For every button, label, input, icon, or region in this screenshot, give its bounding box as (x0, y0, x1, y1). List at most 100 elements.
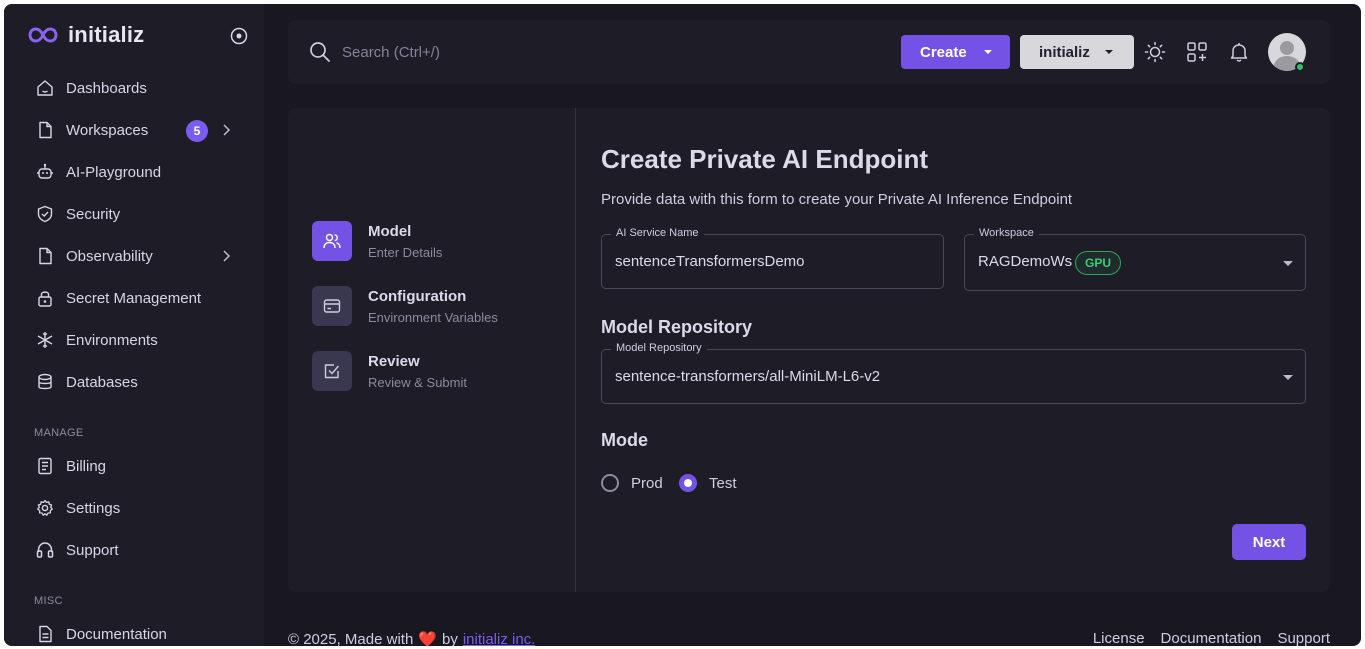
mode-heading: Mode (601, 430, 648, 450)
sidebar-item-databases[interactable]: Databases (4, 361, 264, 403)
caret-down-icon (984, 50, 992, 54)
top-bar: Create initializ (288, 20, 1330, 84)
sidebar-nav: Dashboards Workspaces 5 AI-Playground Se… (4, 67, 264, 646)
radio-button[interactable] (601, 474, 619, 492)
heart-icon: ❤️ (418, 631, 437, 646)
sidebar-item-label: Dashboards (66, 79, 147, 97)
bell-icon[interactable] (1227, 40, 1251, 64)
footer-link-documentation[interactable]: Documentation (1161, 630, 1262, 646)
chevron-right-icon (219, 248, 233, 264)
ai-service-name-field[interactable]: AI Service Name sentenceTransformersDemo (601, 227, 944, 289)
step-configuration[interactable]: Configuration Environment Variables (312, 286, 562, 330)
collapse-sidebar-icon[interactable] (230, 27, 248, 45)
sidebar-item-security[interactable]: Security (4, 193, 264, 235)
field-label: Model Repository (611, 342, 707, 354)
radio-label: Test (709, 474, 737, 492)
step-model[interactable]: Model Enter Details (312, 221, 562, 265)
footer-link-support[interactable]: Support (1277, 630, 1330, 646)
create-button[interactable]: Create (901, 35, 1010, 69)
file-icon (36, 247, 54, 265)
gear-icon (36, 499, 54, 517)
sidebar: initializ Dashboards Workspaces 5 AI-Pla… (4, 4, 264, 646)
model-repository-heading: Model Repository (601, 317, 753, 337)
brand[interactable]: initializ (28, 22, 144, 48)
footer-links: License Documentation Support (1093, 630, 1330, 646)
step-subtitle: Enter Details (368, 245, 443, 260)
sidebar-item-ai-playground[interactable]: AI-Playground (4, 151, 264, 193)
snowflake-icon (36, 331, 54, 349)
card-icon (312, 286, 352, 326)
workspaces-count-badge: 5 (186, 120, 208, 142)
sidebar-item-environments[interactable]: Environments (4, 319, 264, 361)
next-button[interactable]: Next (1232, 524, 1306, 560)
search-input[interactable] (342, 40, 642, 64)
home-icon (36, 79, 54, 97)
copyright-text: © 2025, Made with (288, 630, 414, 647)
headset-icon (36, 541, 54, 559)
endpoint-form: Create Private AI Endpoint Provide data … (601, 108, 1306, 592)
chevron-right-icon (219, 122, 233, 138)
sidebar-item-settings[interactable]: Settings (4, 487, 264, 529)
mode-radio-prod[interactable]: Prod (601, 474, 663, 492)
caret-down-icon (1283, 261, 1293, 266)
sidebar-item-label: Secret Management (66, 289, 202, 307)
sidebar-item-workspaces[interactable]: Workspaces 5 (4, 109, 264, 151)
step-title: Review (368, 353, 420, 370)
lock-icon (36, 289, 54, 307)
users-icon (312, 221, 352, 261)
footer-link-license[interactable]: License (1093, 630, 1145, 646)
sidebar-item-documentation[interactable]: Documentation (4, 613, 264, 646)
document-icon (36, 625, 54, 643)
sidebar-item-label: Environments (66, 331, 158, 349)
sidebar-item-label: Support (66, 541, 119, 559)
sidebar-item-label: Databases (66, 373, 138, 391)
infinity-logo-icon (28, 25, 60, 45)
robot-icon (36, 163, 54, 181)
by-text: by (441, 630, 458, 647)
step-review[interactable]: Review Review & Submit (312, 351, 562, 395)
sidebar-item-support[interactable]: Support (4, 529, 264, 571)
sidebar-item-label: Observability (66, 247, 153, 265)
sidebar-item-secret-management[interactable]: Secret Management (4, 277, 264, 319)
search-icon[interactable] (308, 40, 332, 64)
field-label: AI Service Name (611, 227, 704, 239)
radio-button-selected[interactable] (679, 474, 697, 492)
create-endpoint-card: Model Enter Details Configuration Enviro… (288, 108, 1330, 592)
sidebar-item-label: AI-Playground (66, 163, 162, 181)
sun-icon[interactable] (1143, 40, 1167, 64)
section-label-misc: MISC (34, 595, 63, 607)
sidebar-item-label: Billing (66, 457, 107, 475)
apps-grid-icon[interactable] (1185, 40, 1209, 64)
mode-radio-test[interactable]: Test (679, 474, 737, 492)
receipt-icon (36, 457, 54, 475)
online-status-indicator (1295, 62, 1305, 72)
step-title: Configuration (368, 288, 467, 305)
section-label-manage: MANAGE (34, 427, 84, 439)
sidebar-item-dashboards[interactable]: Dashboards (4, 67, 264, 109)
radio-label: Prod (631, 474, 663, 492)
app-window: initializ Dashboards Workspaces 5 AI-Pla… (4, 4, 1361, 646)
page-subtitle: Provide data with this form to create yo… (601, 191, 1073, 208)
page-title: Create Private AI Endpoint (601, 144, 928, 174)
field-label: Workspace (974, 227, 1039, 239)
step-subtitle: Environment Variables (368, 310, 498, 325)
checkbox-icon (312, 351, 352, 391)
footer-copyright: © 2025, Made with ❤️ by initializ inc. (288, 630, 536, 647)
model-repository-select[interactable]: Model Repository sentence-transformers/a… (601, 342, 1306, 404)
workspace-select[interactable]: Workspace RAGDemoWs GPU (964, 227, 1306, 291)
sidebar-item-observability[interactable]: Observability (4, 235, 264, 277)
footer: © 2025, Made with ❤️ by initializ inc. L… (288, 630, 1330, 646)
gpu-badge: GPU (1075, 251, 1122, 275)
sidebar-item-billing[interactable]: Billing (4, 445, 264, 487)
caret-down-icon (1105, 50, 1113, 54)
sidebar-item-label: Settings (66, 499, 121, 517)
database-icon (36, 373, 54, 391)
sidebar-item-label: Workspaces (66, 121, 149, 139)
step-subtitle: Review & Submit (368, 375, 467, 390)
brand-name: initializ (68, 22, 145, 47)
model-repository-value: sentence-transformers/all-MiniLM-L6-v2 (615, 368, 881, 385)
file-icon (36, 121, 54, 139)
sidebar-item-label: Documentation (66, 625, 167, 643)
company-link[interactable]: initializ inc. (463, 631, 536, 647)
organization-selector[interactable]: initializ (1020, 35, 1134, 69)
